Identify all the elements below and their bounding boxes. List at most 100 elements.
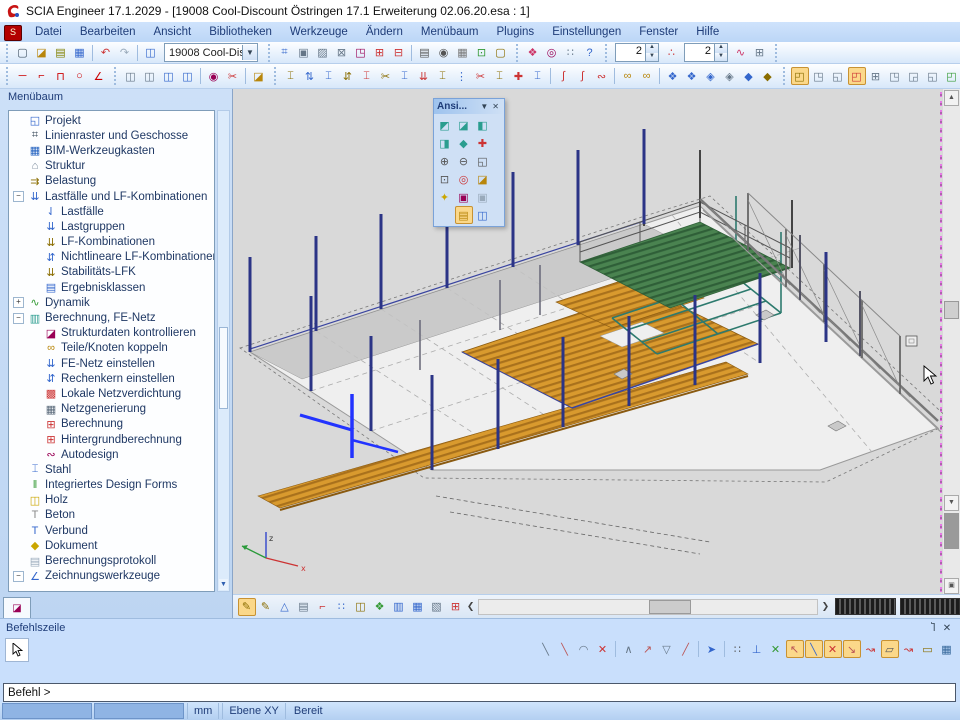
menu-item-fenster[interactable]: Fenster — [630, 24, 687, 40]
tree-item-teile-knoten-koppeln[interactable]: ∞Teile/Knoten koppeln — [9, 341, 214, 356]
show-mesh-icon[interactable]: ⊞ — [447, 598, 465, 616]
render-solid-icon[interactable]: ✎ — [257, 598, 275, 616]
show-layers-icon[interactable]: ▧ — [428, 598, 446, 616]
view-x-icon[interactable]: ◩ — [436, 116, 454, 134]
select-filter-icon[interactable]: ◳ — [886, 67, 904, 85]
light-icon[interactable]: ✦ — [436, 188, 454, 206]
expand-icon[interactable]: + — [13, 297, 24, 308]
tree-item-autodesign[interactable]: ∾Autodesign — [9, 447, 214, 462]
scroll-up-icon[interactable]: ▲ — [944, 90, 959, 106]
new-file-icon[interactable]: ▢ — [14, 44, 32, 62]
menu-item-werkzeuge[interactable]: Werkzeuge — [281, 24, 357, 40]
scroll-down-icon[interactable]: ▼ — [219, 579, 228, 590]
join-member-icon[interactable]: ⌶ — [434, 67, 452, 85]
pane-split-icon[interactable]: ▣ — [944, 578, 959, 594]
deformation-scale-icon[interactable]: ∿ — [732, 44, 750, 62]
show-load-labels-icon[interactable]: ▥ — [390, 598, 408, 616]
spin-down-icon[interactable]: ▼ — [715, 53, 727, 62]
hinge-icon[interactable]: ❖ — [664, 67, 682, 85]
curve-node-icon[interactable]: ∫ — [574, 67, 592, 85]
tree-item-stahl[interactable]: ⌶Stahl — [9, 462, 214, 477]
curve-edit-icon[interactable]: ∫ — [555, 67, 573, 85]
show-labels-icon[interactable]: ◫ — [352, 598, 370, 616]
zoom-all-icon[interactable]: ⊡ — [436, 170, 454, 188]
split-member-icon[interactable]: ✂ — [472, 67, 490, 85]
ruler-icon[interactable]: ▭ — [919, 640, 937, 658]
tree-item-holz[interactable]: ◫Holz — [9, 493, 214, 508]
collapse-icon[interactable]: − — [13, 313, 24, 324]
tree-scrollbar[interactable]: ▼ — [217, 110, 230, 592]
multicopy-icon[interactable]: ◫ — [179, 67, 197, 85]
copy-add-icon[interactable]: ◫ — [160, 67, 178, 85]
status-unit[interactable]: mm — [187, 703, 219, 719]
tree-item-integriertes-design-forms[interactable]: ‖Integriertes Design Forms — [9, 478, 214, 493]
snap-line-endpoints-icon[interactable]: ↖ — [786, 640, 804, 658]
snap-surface-icon[interactable]: ▱ — [881, 640, 899, 658]
show-grid-icon[interactable]: ▦ — [409, 598, 427, 616]
enlarge-member-icon[interactable]: ⌶ — [491, 67, 509, 85]
node-property-icon[interactable]: ◆ — [740, 67, 758, 85]
cursor-mode-button[interactable] — [5, 638, 29, 662]
cursor-snap-settings-icon[interactable]: ➤ — [703, 640, 721, 658]
tree-item-lastgruppen[interactable]: ⇊Lastgruppen — [9, 219, 214, 234]
rigid-arm-icon[interactable]: ◈ — [721, 67, 739, 85]
tree-item-nichtlineare-lf-kombinationen[interactable]: ⇵Nichtlineare LF-Kombinationen — [9, 250, 214, 265]
snap-curve-icon[interactable]: ↝ — [900, 640, 918, 658]
collapse-icon[interactable]: − — [13, 191, 24, 202]
snap-midpoint-icon[interactable]: ╲ — [556, 640, 574, 658]
table-results-icon[interactable]: ⊟ — [390, 44, 408, 62]
animation-bar-2[interactable] — [900, 598, 960, 615]
table-input-icon[interactable]: ⊞ — [371, 44, 389, 62]
snap-grid-icon[interactable]: ∷ — [729, 640, 747, 658]
picture-to-gallery-icon[interactable]: ▣ — [455, 188, 473, 206]
tree-item-linienraster-und-geschosse[interactable]: ⌗Linienraster und Geschosse — [9, 128, 214, 143]
tree-item-lastf-lle[interactable]: ⇃Lastfälle — [9, 204, 214, 219]
menu-item-datei[interactable]: Datei — [26, 24, 71, 40]
open-file-icon[interactable]: ◪ — [33, 44, 51, 62]
activity-icon[interactable]: ▨ — [314, 44, 332, 62]
result-scale-stepper[interactable]: 2 ▲▼ — [684, 43, 728, 62]
image-gallery-icon[interactable]: ◎ — [543, 44, 561, 62]
view-parameters-icon[interactable]: ◳ — [352, 44, 370, 62]
tree-item-dokument[interactable]: ◆Dokument — [9, 538, 214, 553]
tree-item-verbund[interactable]: TVerbund — [9, 523, 214, 538]
reverse-member-icon[interactable]: ⌶ — [529, 67, 547, 85]
deselect-icon[interactable]: ◲ — [905, 67, 923, 85]
snap-perpendicular-icon[interactable]: ▽ — [658, 640, 676, 658]
render-mode-icon[interactable]: ◆ — [455, 134, 473, 152]
show-supports-icon[interactable]: △ — [276, 598, 294, 616]
tree-item-berechnungsprotokoll[interactable]: ▤Berechnungsprotokoll — [9, 553, 214, 568]
tree-item-ergebnisklassen[interactable]: ▤Ergebnisklassen — [9, 280, 214, 295]
menu-item-ansicht[interactable]: Ansicht — [144, 24, 200, 40]
toolbar-grip[interactable] — [5, 44, 10, 62]
stretch-member-icon[interactable]: ⇵ — [339, 67, 357, 85]
circle-tool-icon[interactable]: ○ — [71, 67, 89, 85]
tree-item-zeichnungswerkzeuge[interactable]: −∠Zeichnungswerkzeuge — [9, 569, 214, 584]
menu-item-einstellungen[interactable]: Einstellungen — [543, 24, 630, 40]
snap-center-icon[interactable]: ◠ — [575, 640, 593, 658]
break-member-icon[interactable]: ⇊ — [415, 67, 433, 85]
snap-line-midpoints-icon[interactable]: ╲ — [805, 640, 823, 658]
tree-item-bim-werkzeugkasten[interactable]: ▦BIM-Werkzeugkasten — [9, 143, 214, 158]
toolbar-grip[interactable] — [515, 44, 520, 62]
dimension-tool-icon[interactable]: ⌐ — [33, 67, 51, 85]
snap-linegrid-icon[interactable]: ✕ — [767, 640, 785, 658]
delete-icon[interactable]: ✂ — [224, 67, 242, 85]
toolbar-grip[interactable] — [267, 44, 272, 62]
connect-members-icon[interactable]: ∞ — [619, 67, 637, 85]
disconnect-members-icon[interactable]: ∞ — [638, 67, 656, 85]
tree-item-struktur[interactable]: ⌂Struktur — [9, 159, 214, 174]
divide-member-icon[interactable]: ⋮ — [453, 67, 471, 85]
snap-arc-icon[interactable]: ↝ — [862, 640, 880, 658]
move-member-icon[interactable]: ⌶ — [282, 67, 300, 85]
select-cross-icon[interactable]: ◳ — [810, 67, 828, 85]
toolbar-grip[interactable] — [273, 67, 278, 85]
help-what-icon[interactable]: ? — [581, 44, 599, 62]
picture-to-clipboard-icon[interactable]: ▣ — [474, 188, 492, 206]
close-icon[interactable]: ✕ — [940, 623, 954, 634]
menu-item-men-baum[interactable]: Menübaum — [412, 24, 488, 40]
snap-tangent-icon[interactable]: ↗ — [639, 640, 657, 658]
pane-split-thumb[interactable] — [944, 513, 959, 549]
scroll-down-icon[interactable]: ▼ — [944, 495, 959, 511]
cut-member-icon[interactable]: ✂ — [377, 67, 395, 85]
